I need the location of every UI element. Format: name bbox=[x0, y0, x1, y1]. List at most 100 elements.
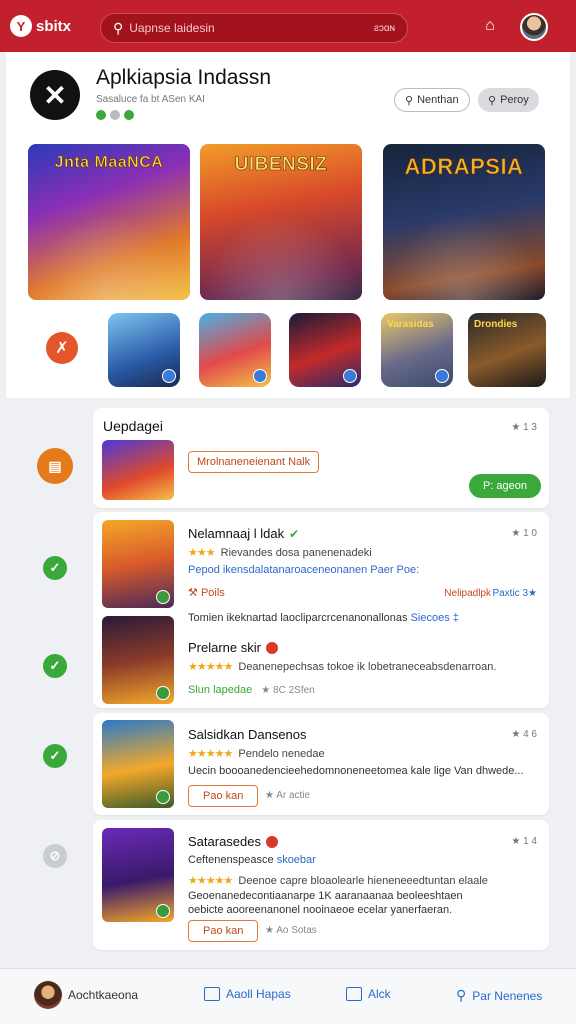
tools-icon[interactable]: ✗ bbox=[46, 332, 78, 364]
app-desc-3: oebicte aooreenanonel nooinaeoe ecelar y… bbox=[188, 904, 453, 916]
banner-title: ADRAPSIA bbox=[404, 154, 524, 180]
app-name-row[interactable]: Prelarne skir bbox=[188, 640, 278, 655]
thumb-label: Varasidas bbox=[387, 319, 434, 330]
app-name-row[interactable]: Salsidkan Dansenos bbox=[188, 727, 307, 742]
rating-line: ★★★★★ Deanenepechsas tokoe ik lobetranec… bbox=[188, 660, 496, 673]
banner-game-2[interactable]: UIBENSIZ bbox=[200, 144, 362, 300]
rating-stars: ★★★★★ bbox=[188, 875, 233, 887]
verified-badge-icon bbox=[156, 590, 170, 604]
nav-apps[interactable]: Aaoll Hapas bbox=[204, 987, 291, 1001]
thumb-game-5[interactable]: Drondies bbox=[468, 313, 546, 387]
rating-text: Deenoe capre bloaolearle hieneneeedtunta… bbox=[238, 875, 488, 887]
status-dot-green bbox=[124, 110, 134, 120]
app-image-2[interactable] bbox=[102, 616, 174, 704]
top-bar: Y sbitx ⚲ Uapnse laidesin ƨɔɑɴ ⌂ bbox=[0, 0, 576, 52]
follow-label: Nenthan bbox=[417, 94, 459, 106]
check-icon: ✓ bbox=[43, 556, 67, 580]
banner-title: Jnta MaaNCA bbox=[54, 154, 164, 172]
nav-profile-label: Aochtkaeona bbox=[68, 988, 139, 1002]
search-icon: ⚲ bbox=[405, 94, 414, 107]
app-desc-text: Ceftenenspeasce bbox=[188, 854, 274, 866]
rating-line: ★★★★★ Deenoe capre bloaolearle hieneneee… bbox=[188, 874, 488, 887]
banner-game-3[interactable]: ADRAPSIA bbox=[383, 144, 545, 300]
home-icon[interactable]: ⌂ bbox=[480, 16, 500, 36]
rating-text: Pendelo nenedae bbox=[238, 748, 325, 760]
app-tag-right-2: Paxtic 3★ bbox=[492, 588, 537, 599]
app-name: Prelarne skir bbox=[188, 640, 261, 655]
update-card: Uepdagei ★ 1 3 Mrolnaneneienant Nalk P: … bbox=[93, 408, 549, 508]
user-avatar[interactable] bbox=[520, 13, 548, 41]
thumb-game-3[interactable] bbox=[289, 313, 361, 387]
app-image-1[interactable] bbox=[102, 520, 174, 608]
nav-alerts-label: Alck bbox=[368, 987, 391, 1001]
check-icon: ✓ bbox=[43, 654, 67, 678]
app-footer-text: Tomien ikeknartad laocliparcrcenanonallo… bbox=[188, 612, 408, 624]
verified-badge-icon bbox=[435, 369, 449, 383]
app-name: Salsidkan Dansenos bbox=[188, 727, 307, 742]
app-list-card: Nelamnaaj l ldak ✔ ★ 1 0 ★★★ Rievandes d… bbox=[93, 512, 549, 708]
app-desc-2: Geoenanedecontiaanarpe 1K aaranaanaa beo… bbox=[188, 890, 463, 902]
app-meta: ★ 1 4 bbox=[511, 836, 537, 847]
install-button[interactable]: Pao kan bbox=[188, 785, 259, 807]
nav-alerts[interactable]: Alck bbox=[346, 987, 391, 1001]
follow-button[interactable]: ⚲ Nenthan bbox=[394, 88, 470, 112]
update-action-button[interactable]: P: ageon bbox=[468, 474, 541, 498]
update-icon: ▤ bbox=[37, 448, 73, 484]
thumb-game-1[interactable] bbox=[108, 313, 180, 387]
app-desc-link[interactable]: skoebar bbox=[277, 854, 316, 866]
brand-logo[interactable]: Y sbitx bbox=[10, 15, 100, 37]
rating-text: Deanenepechsas tokoe ik lobetraneceabsde… bbox=[238, 661, 497, 673]
app-footer: Tomien ikeknartad laocliparcrcenanonallo… bbox=[188, 612, 459, 624]
app-desc: Ceftenenspeasce skoebar bbox=[188, 854, 316, 866]
app-meta: ★ 1 0 bbox=[511, 528, 537, 539]
banner-title: UIBENSIZ bbox=[234, 154, 328, 176]
app-desc: Uecin boooanedencieehedomnoneneetomea ka… bbox=[188, 765, 524, 777]
app-header-card: ✕ Aplkiapsia Indassn Sasaluce fa bt ASen… bbox=[6, 52, 570, 398]
app-desc: Pepod ikensdalatanaroaceneonanen Paer Po… bbox=[188, 564, 419, 576]
thumb-game-4[interactable]: Varasidas bbox=[381, 313, 453, 387]
brand-name: sbitx bbox=[36, 17, 72, 35]
app-name: Satarasedes bbox=[188, 834, 261, 849]
check-icon: ✓ bbox=[43, 744, 67, 768]
verified-badge-icon bbox=[253, 369, 267, 383]
app-footer-link[interactable]: Siecoes ‡ bbox=[411, 612, 459, 624]
logo-mark-icon: Y bbox=[10, 15, 32, 37]
app-logo-icon: ✕ bbox=[30, 70, 80, 120]
nav-profile[interactable]: Aochtkaeona bbox=[34, 981, 138, 1009]
search-icon: ⚲ bbox=[488, 94, 497, 107]
award-icon bbox=[265, 641, 278, 654]
update-app-image[interactable] bbox=[102, 440, 174, 500]
app-name-row[interactable]: Nelamnaaj l ldak ✔ bbox=[188, 526, 299, 541]
app-name-row[interactable]: Satarasedes bbox=[188, 834, 278, 849]
search-input[interactable]: ⚲ Uapnse laidesin ƨɔɑɴ bbox=[100, 13, 408, 43]
update-tag[interactable]: Mrolnaneneienant Nalk bbox=[188, 451, 320, 473]
action-note: ★ Ao Sotas bbox=[265, 925, 317, 936]
update-heading: Uepdagei bbox=[103, 418, 163, 434]
verified-badge-icon bbox=[343, 369, 357, 383]
app-meta: ★ 4 6 bbox=[511, 729, 537, 740]
install-button[interactable]: Pao kan bbox=[188, 920, 259, 942]
banner-game-1[interactable]: Jnta MaaNCA bbox=[28, 144, 190, 300]
action-note: ★ Ar actie bbox=[265, 790, 311, 801]
app-title: Aplkiapsia Indassn bbox=[96, 66, 272, 89]
status-dots bbox=[96, 110, 134, 120]
verified-badge-icon bbox=[162, 369, 176, 383]
nav-messages[interactable]: ⚲ Par Nenenes bbox=[456, 987, 542, 1004]
app-image-4[interactable] bbox=[102, 828, 174, 922]
inbox-icon bbox=[346, 987, 362, 1001]
app-tag-green: Slun lapedae bbox=[188, 684, 253, 696]
verified-check-icon: ✔ bbox=[289, 526, 300, 541]
search-icon: ⚲ bbox=[113, 19, 124, 36]
app-desc-text: Pepod ikensdalatanaroaceneonanen Paer Po… bbox=[188, 564, 420, 576]
app-list-card: Salsidkan Dansenos ★ 4 6 ★★★★★ Pendelo n… bbox=[93, 713, 549, 815]
banner-art bbox=[28, 214, 190, 300]
app-image-3[interactable] bbox=[102, 720, 174, 808]
app-tag-grey: ★ 8C 2Sfen bbox=[261, 685, 315, 696]
report-button[interactable]: ⚲ Peroy bbox=[478, 88, 539, 112]
thumb-game-2[interactable] bbox=[199, 313, 271, 387]
apps-icon bbox=[204, 987, 220, 1001]
rating-text: Rievandes dosa panenenadeki bbox=[220, 547, 372, 559]
report-label: Peroy bbox=[500, 94, 529, 106]
rating-stars: ★★★★★ bbox=[188, 748, 233, 760]
disabled-icon: ⊘ bbox=[43, 844, 67, 868]
